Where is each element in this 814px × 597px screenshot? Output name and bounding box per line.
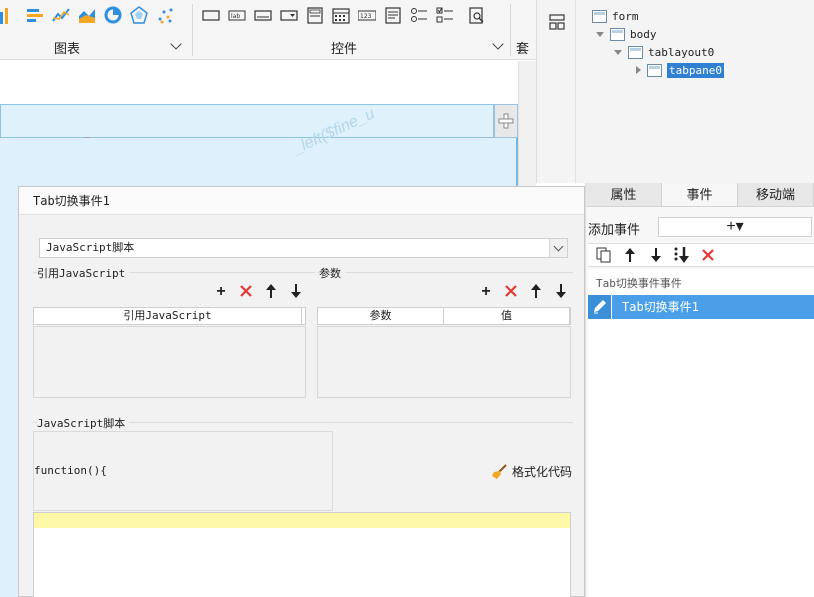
tree-node-body[interactable]: body (596, 25, 657, 43)
move-up-icon[interactable] (262, 283, 280, 301)
number-widget-icon[interactable]: 123 (357, 6, 377, 24)
add-icon[interactable]: + (212, 283, 230, 301)
svg-text:lab: lab (231, 13, 240, 20)
tree-node-label: form (612, 9, 639, 23)
param-table-body[interactable] (317, 326, 571, 398)
chart-group-label: 图表 (54, 41, 81, 56)
event-list: Tab切换事件事件 Tab切换事件1 (588, 269, 814, 597)
date-widget-icon[interactable] (332, 6, 350, 24)
chevron-down-icon[interactable] (170, 38, 182, 50)
move-bottom-icon[interactable] (672, 245, 692, 265)
param-table-header: 参数 值 (317, 307, 571, 325)
tab-events[interactable]: 事件 (662, 183, 738, 206)
tab-mobile[interactable]: 移动端 (738, 183, 814, 206)
area-chart-icon[interactable] (78, 6, 96, 24)
section-divider (317, 272, 573, 273)
move-down-icon[interactable] (646, 245, 666, 265)
delete-icon[interactable] (237, 283, 255, 301)
toolbar-divider (510, 4, 511, 56)
tablayout-icon (628, 45, 643, 59)
horizontal-bar-chart-icon[interactable] (26, 6, 44, 24)
tree-dropdown-widget-icon[interactable] (306, 6, 324, 24)
dialog-title: Tab切换事件1 (19, 187, 584, 215)
column-header: 引用JavaScript (34, 308, 302, 324)
expanded-arrow-icon[interactable] (596, 31, 604, 37)
tab-attributes[interactable]: 属性 (586, 183, 662, 206)
tree-node-label: body (630, 27, 657, 41)
tree-node-tablayout[interactable]: tablayout0 (614, 43, 714, 61)
pie-chart-icon[interactable] (104, 6, 122, 24)
list-item[interactable]: Tab切换事件1 (588, 295, 814, 319)
function-signature: function(){ (34, 464, 107, 477)
layout-icon[interactable] (549, 14, 565, 30)
panel-tabs: 属性 事件 移动端 (586, 183, 814, 207)
script-section-label: JavaScript脚本 (37, 415, 130, 431)
line-chart-icon[interactable] (52, 6, 70, 24)
radio-group-widget-icon[interactable] (410, 6, 428, 24)
component-toolbar: 图表 lab 123 控件 套 (0, 0, 536, 75)
tree-node-tabpane[interactable]: tabpane0 (636, 61, 724, 79)
add-event-row: 添加事件 +▾ (586, 215, 814, 237)
edit-icon[interactable] (588, 295, 612, 319)
chevron-down-icon[interactable] (549, 239, 567, 257)
event-item-label: Tab切换事件1 (622, 300, 699, 314)
tree-node-label: tablayout0 (648, 45, 715, 59)
bar-chart-icon[interactable] (0, 6, 18, 24)
tree-node-form[interactable]: form (592, 7, 639, 25)
format-code-label: 格式化代码 (512, 465, 573, 479)
widget-group: lab 123 控件 (202, 0, 510, 60)
copy-icon[interactable] (594, 245, 614, 265)
code-editor[interactable] (33, 512, 571, 597)
event-group-label: Tab切换事件事件 (596, 277, 682, 290)
script-type-value: JavaScript脚本 (46, 241, 135, 254)
ref-js-table-body[interactable] (33, 326, 306, 398)
script-type-select[interactable]: JavaScript脚本 (39, 238, 568, 258)
checkbox-group-widget-icon[interactable] (436, 6, 454, 24)
expanded-arrow-icon[interactable] (614, 49, 622, 55)
move-up-icon[interactable] (620, 245, 640, 265)
button-widget-icon[interactable] (202, 6, 220, 24)
ref-js-table-header: 引用JavaScript (33, 307, 306, 325)
add-event-label: 添加事件 (588, 222, 641, 237)
delete-icon[interactable] (698, 245, 718, 265)
properties-panel: 属性 事件 移动端 添加事件 +▾ Tab切换事件事件 Tab切换事件1 (585, 183, 814, 597)
move-down-icon[interactable] (287, 283, 305, 301)
toolbar-divider (192, 4, 193, 56)
plus-icon (498, 113, 514, 129)
format-code-button[interactable]: 格式化代码 (491, 463, 572, 480)
event-toolbar (588, 243, 814, 267)
add-tab-button[interactable] (494, 104, 518, 138)
form-icon (592, 9, 607, 23)
widget-group-label: 控件 (331, 41, 358, 56)
tabpane-icon (647, 63, 662, 77)
current-line-highlight (34, 513, 570, 528)
widget-tree: form body tablayout0 tabpane0 (576, 0, 814, 183)
radar-chart-icon[interactable] (130, 6, 148, 24)
add-event-button[interactable]: +▾ (658, 217, 812, 237)
dropdown-widget-icon[interactable] (280, 6, 298, 24)
add-icon[interactable]: + (477, 283, 495, 301)
scatter-chart-icon[interactable] (156, 6, 174, 24)
move-down-icon[interactable] (552, 283, 570, 301)
event-editor-dialog: Tab切换事件1 JavaScript脚本 引用JavaScript + 引用J… (18, 186, 585, 597)
text-field-widget-icon[interactable] (254, 6, 272, 24)
side-toggle-strip (536, 0, 576, 183)
chart-group: 图表 (0, 0, 192, 60)
delete-icon[interactable] (502, 283, 520, 301)
tree-node-label: tabpane0 (667, 62, 724, 78)
label-widget-icon[interactable]: lab (228, 6, 246, 24)
svg-text:123: 123 (360, 13, 372, 20)
column-header: 参数 (318, 308, 444, 324)
body-icon (610, 27, 625, 41)
broom-icon (492, 463, 507, 479)
column-header: 值 (444, 308, 570, 324)
collapsed-arrow-icon[interactable] (636, 66, 641, 74)
search-widget-icon[interactable] (468, 6, 486, 24)
chevron-down-icon[interactable] (492, 38, 504, 50)
move-up-icon[interactable] (527, 283, 545, 301)
text-area-widget-icon[interactable] (384, 6, 402, 24)
tab-layout-bar[interactable] (0, 104, 494, 138)
ref-js-section-label: 引用JavaScript (37, 265, 130, 281)
param-section-label: 参数 (319, 265, 345, 281)
